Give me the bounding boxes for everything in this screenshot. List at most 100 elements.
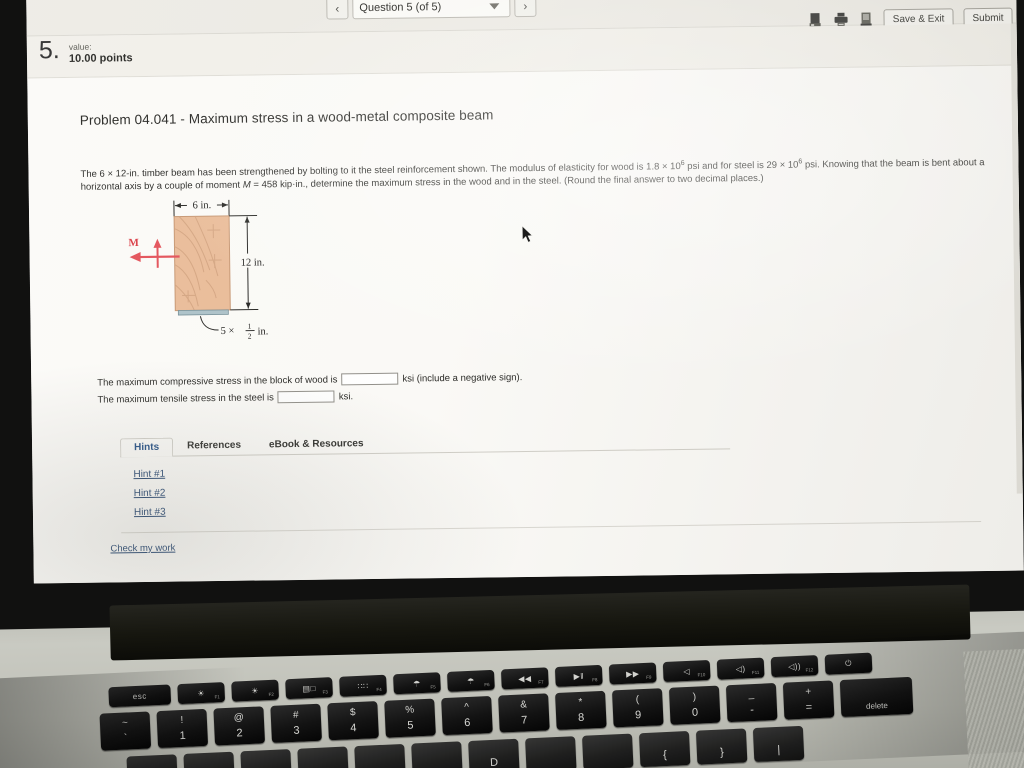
key-f1[interactable]: ☀ F1: [177, 682, 226, 705]
hint-link-1[interactable]: Hint #1: [133, 469, 165, 480]
question-body: Problem 04.041 - Maximum stress in a woo…: [27, 65, 1024, 584]
key-6[interactable]: ^ 6: [441, 695, 493, 736]
key-base-glyph: 9: [634, 709, 642, 722]
key-d[interactable]: D: [468, 738, 520, 768]
function-key-label: F8: [592, 677, 598, 683]
function-key-label: F5: [430, 684, 436, 690]
key--[interactable]: ~ `: [99, 711, 152, 751]
key-base-glyph: {: [662, 749, 668, 762]
key-0[interactable]: ) 0: [668, 685, 721, 725]
key-blank-2[interactable]: [240, 749, 292, 768]
function-key-label: F7: [538, 679, 544, 685]
tab-ebook-and-resources[interactable]: eBook & Resources: [255, 434, 378, 455]
plate-label: 5 ×: [221, 326, 235, 337]
answer-prefix-wood: The maximum compressive stress in the bl…: [97, 373, 338, 389]
key-base-glyph: =: [805, 701, 813, 714]
section-divider: [121, 521, 982, 534]
hints-list: Hint #1 Hint #2 Hint #3: [133, 469, 165, 518]
steel-plate: [177, 309, 229, 316]
answer-row-steel: The maximum tensile stress in the steel …: [97, 390, 353, 405]
key-esc[interactable]: esc: [108, 684, 172, 708]
key-shift-glyph: %: [404, 704, 415, 716]
key-blank-1[interactable]: [183, 751, 235, 768]
check-my-work-link[interactable]: Check my work: [110, 543, 175, 555]
key-blank-7[interactable]: [525, 736, 577, 768]
key-f12[interactable]: ◁)) F12: [770, 655, 819, 678]
width-arrow-right: [221, 202, 228, 208]
key-9[interactable]: (9: [611, 688, 664, 728]
key-4[interactable]: $4: [327, 701, 379, 741]
key-blank-3[interactable]: [297, 746, 349, 768]
key-shift-glyph: ^: [464, 701, 470, 714]
key--[interactable]: |: [752, 725, 805, 763]
moment-label: M: [128, 237, 139, 249]
key-base-glyph: `: [123, 732, 128, 745]
key-base-glyph: 1: [179, 729, 186, 743]
next-question-button[interactable]: ›: [514, 0, 537, 18]
key-delete[interactable]: delete: [839, 676, 914, 718]
question-select-dropdown[interactable]: Question 5 (of 5): [352, 0, 511, 20]
key-glyph: ▤□: [302, 683, 316, 693]
key--[interactable]: _ -: [725, 682, 778, 723]
key-f3[interactable]: ▤□ F3: [285, 677, 334, 700]
key-shift-glyph: #: [292, 709, 299, 721]
height-label: 12 in.: [241, 257, 265, 268]
key-f7[interactable]: ◀◀ F7: [500, 667, 549, 690]
answer-row-wood: The maximum compressive stress in the bl…: [97, 371, 522, 389]
key--[interactable]: }: [695, 728, 748, 765]
hint-link-2[interactable]: Hint #2: [134, 488, 166, 499]
key-5[interactable]: % 5: [384, 698, 436, 738]
answer-suffix-wood: ksi (include a negative sign).: [402, 371, 523, 385]
key-glyph: esc: [132, 691, 147, 701]
tab-hints[interactable]: Hints: [119, 437, 174, 458]
width-label: 6 in.: [193, 200, 212, 211]
key-glyph: ◁: [683, 666, 691, 676]
key--[interactable]: + =: [782, 680, 835, 720]
mouse-cursor: [522, 225, 534, 243]
key-8[interactable]: * 8: [555, 690, 607, 730]
key-f9[interactable]: ▶▶ F9: [608, 662, 657, 685]
key-blank-4[interactable]: [354, 743, 406, 768]
key-f5[interactable]: ☂ F5: [393, 672, 441, 695]
key-f2[interactable]: ☀ F2: [231, 679, 280, 702]
key-shift-glyph: *: [578, 696, 583, 708]
width-arrow-left: [174, 202, 181, 208]
key-blank-5[interactable]: [411, 741, 463, 768]
key-shift-glyph: @: [233, 712, 245, 724]
previous-question-button[interactable]: ‹: [326, 0, 349, 20]
key-shift-glyph: !: [180, 714, 184, 727]
answer-input-wood[interactable]: [341, 372, 399, 386]
function-key-label: F4: [376, 686, 382, 693]
key-2[interactable]: @2: [213, 706, 266, 746]
value-label: value:: [68, 41, 92, 52]
key-shift-glyph: +: [805, 686, 812, 698]
plate-leader-line: [199, 316, 219, 331]
answer-input-steel[interactable]: [277, 390, 335, 404]
plate-fraction-denominator: 2: [248, 332, 252, 341]
key-shift-glyph: $: [349, 707, 356, 719]
key-glyph: ◁)): [787, 661, 802, 671]
function-key-label: F10: [697, 672, 706, 678]
key-1[interactable]: ! 1: [156, 708, 209, 749]
key-blank-0[interactable]: [126, 754, 178, 768]
key-glyph: ▶▶: [625, 668, 640, 679]
key-blank-8[interactable]: [582, 733, 634, 768]
key-7[interactable]: & 7: [498, 693, 550, 733]
key-base-glyph: [526, 765, 576, 767]
key-f8[interactable]: ▶‖ F8: [554, 664, 603, 687]
key-f11[interactable]: ◁) F11: [716, 657, 765, 680]
key-3[interactable]: #3: [270, 703, 322, 743]
key-base-glyph: 3: [293, 724, 300, 737]
key-f10[interactable]: ◁ F10: [662, 659, 711, 683]
moment-symbol: M: [242, 179, 251, 191]
key--[interactable]: ⏻: [824, 652, 873, 675]
tab-references[interactable]: References: [173, 436, 255, 456]
key-shift-glyph: ): [692, 691, 697, 703]
key-f4[interactable]: ∷∷ F4: [339, 674, 387, 697]
hint-link-3[interactable]: Hint #3: [134, 507, 166, 518]
key-f6[interactable]: ☂ F6: [446, 669, 495, 692]
function-key-label: F3: [322, 689, 328, 695]
key-glyph: ☂: [412, 678, 421, 688]
key-base-glyph: D: [489, 756, 499, 768]
key--[interactable]: {: [638, 730, 691, 768]
